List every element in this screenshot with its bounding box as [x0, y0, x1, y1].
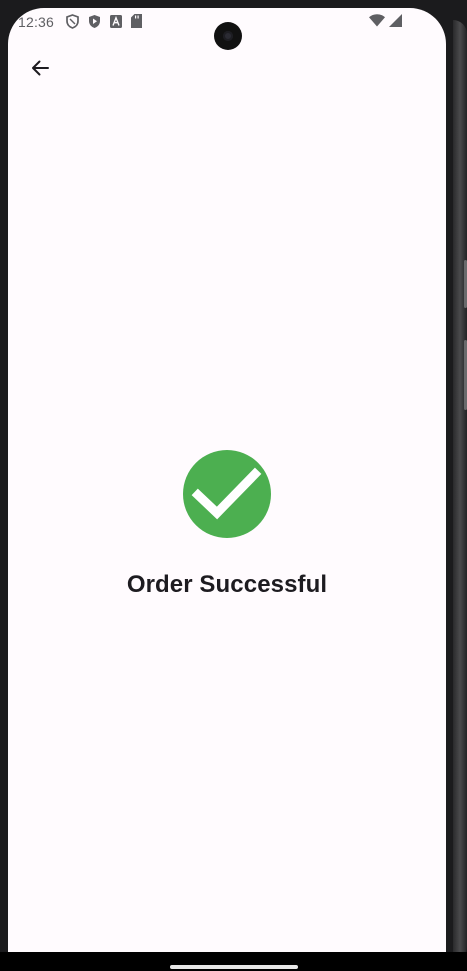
- status-icons-left: [66, 13, 142, 29]
- shield-outline-icon: [66, 13, 79, 29]
- shield-play-icon: [89, 14, 100, 28]
- home-indicator[interactable]: [170, 965, 298, 969]
- device-edge: [453, 20, 467, 960]
- device-frame: 12:36 Order Successful: [0, 0, 467, 971]
- camera-lens: [223, 31, 233, 41]
- check-circle-icon: [183, 450, 271, 538]
- status-icons-right: [369, 14, 402, 27]
- status-bar: 12:36: [8, 8, 446, 50]
- screen: 12:36 Order Successful: [8, 8, 446, 952]
- arrow-left-icon: [32, 60, 49, 76]
- wifi-icon: [369, 14, 385, 27]
- front-camera: [214, 22, 242, 50]
- signal-icon: [389, 14, 402, 27]
- font-a-icon: [110, 14, 122, 28]
- order-status-title: Order Successful: [126, 571, 328, 598]
- status-time: 12:36: [18, 14, 55, 30]
- back-button[interactable]: [22, 50, 58, 86]
- sd-card-icon: [131, 14, 142, 28]
